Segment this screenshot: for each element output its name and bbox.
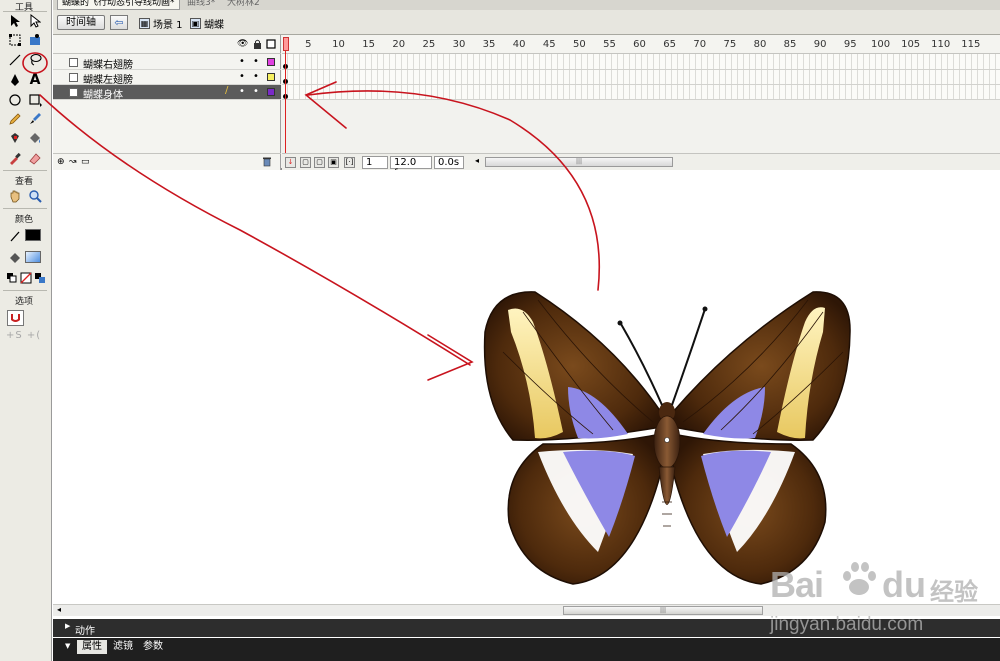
watermark-brand-cn: 经验 (930, 578, 978, 606)
annotation-arrowhead-up (304, 81, 347, 129)
watermark-brand-left: Bai (770, 564, 824, 605)
lasso-highlight-circle (22, 52, 48, 74)
watermark-brand-right: du (882, 564, 926, 605)
annotation-arrowhead-long (427, 334, 474, 381)
annotation-arrow-up (307, 90, 601, 291)
annotation-arrow-long (39, 94, 471, 366)
baidu-watermark: Bai du 经验 jingyan.baidu.com (770, 548, 1000, 644)
watermark-url: jingyan.baidu.com (770, 614, 924, 635)
paw-icon (836, 556, 882, 605)
